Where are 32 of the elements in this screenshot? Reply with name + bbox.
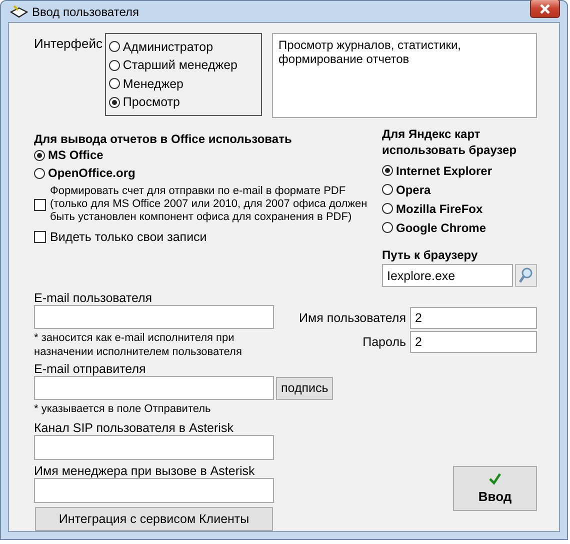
interface-radio[interactable]: Просмотр [108, 94, 258, 111]
field-label: Имя менеджера при вызове в Asterisk [34, 464, 255, 478]
office-radio[interactable]: MS Office [34, 146, 382, 164]
interface-radio[interactable]: Старший менеджер [108, 56, 258, 74]
field-note: * заносится как e-mail исполнителя при назначении исполнителем пользователя [34, 331, 242, 359]
browser-radio[interactable]: Internet Explorer [382, 161, 537, 180]
interface-radio[interactable]: Администратор [108, 38, 258, 56]
window-title: Ввод пользователя [32, 4, 140, 18]
browser-radio[interactable]: Opera [382, 180, 537, 199]
interface-label: Интерфейс [34, 35, 104, 51]
submit-button[interactable]: Ввод [453, 466, 537, 511]
integration-button[interactable]: Интеграция с сервисом Клиенты [35, 507, 273, 531]
browser-path-field[interactable]: Iexplore.exe [382, 264, 513, 287]
browser-path-label: Путь к браузеру [382, 248, 479, 262]
field-label: E-mail пользователя [34, 291, 152, 305]
interface-radio[interactable]: Менеджер [108, 75, 258, 92]
office-heading: Для вывода отчетов в Office использовать [34, 132, 293, 146]
field-note: * указывается в поле Отправитель [34, 402, 211, 416]
browser-radio[interactable]: Mozilla FireFox [382, 199, 537, 218]
option-checkbox[interactable]: Видеть только свои записи [34, 230, 382, 244]
option-checkbox[interactable]: Формировать счет для отправки по e-mail в формате PDF (только для MS Office 2007 или 2010, для 2007 офиса должен быть установлен компонент офиса для сохранения в PDF) [34, 185, 382, 224]
field-label: Пароль [362, 335, 406, 349]
field-label: Канал SIP пользователя в Asterisk [34, 421, 234, 435]
browser-heading: Для Яндекс карт использовать браузер [382, 126, 518, 158]
credential-field[interactable]: 2 [410, 331, 537, 353]
browser-radio[interactable]: Google Chrome [382, 218, 537, 237]
signature-button[interactable]: подпись [276, 376, 334, 400]
field-label: Имя пользователя [299, 311, 406, 325]
credential-field[interactable]: 2 [410, 307, 537, 329]
field-label: E-mail отправителя [34, 362, 146, 376]
description-box: Просмотр журналов, статистики, формирование отчетов [272, 33, 537, 118]
office-radio[interactable]: OpenOffice.org [34, 164, 382, 182]
